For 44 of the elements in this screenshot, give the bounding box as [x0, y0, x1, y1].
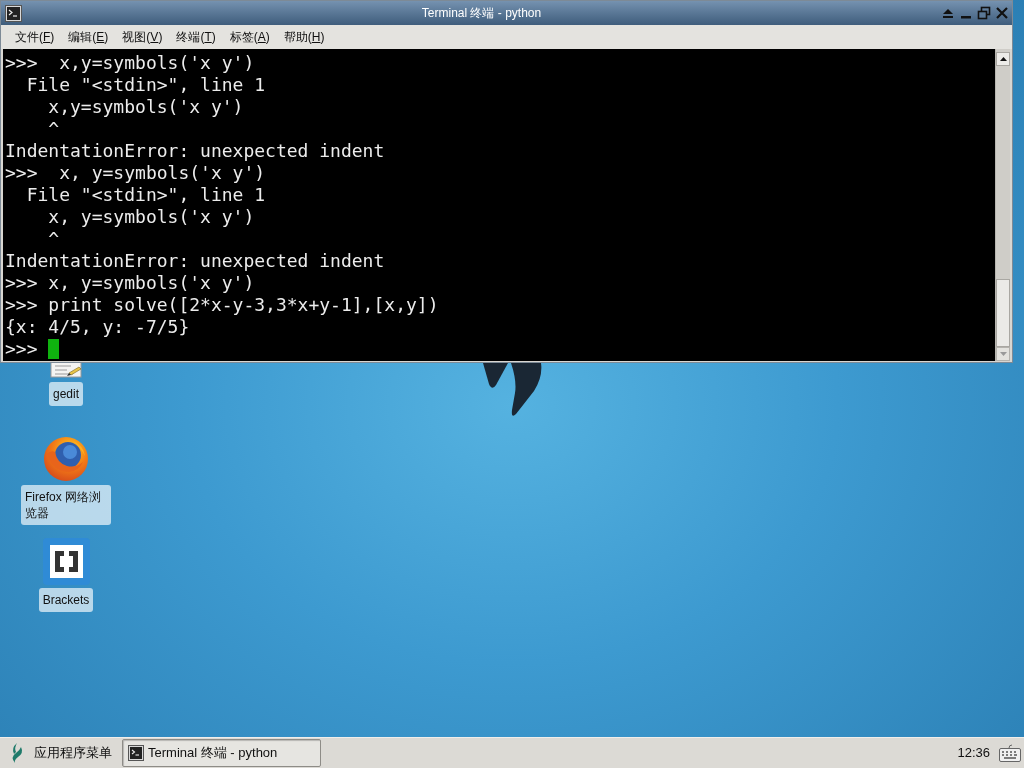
terminal-line: >>> print solve([2*x-y-3,3*x+y-1],[x,y])	[5, 294, 439, 315]
keyboard-icon[interactable]	[999, 744, 1021, 762]
terminal-line: File "<stdin>", line 1	[25, 184, 266, 205]
menu-item[interactable]: 标签(A)	[225, 29, 274, 45]
fox-globe-icon[interactable]	[43, 436, 89, 482]
terminal-line: {x: 4/5, y: -7/5}	[5, 316, 190, 337]
applications-menu-button[interactable]: 应用程序菜单	[0, 739, 120, 767]
up-arrow-icon	[999, 57, 1007, 61]
scroll-up-button[interactable]	[996, 52, 1010, 66]
wallpaper-logo	[482, 363, 542, 418]
terminal-prompt: >>>	[5, 338, 39, 360]
terminal-line: ^	[47, 228, 60, 249]
menu-item[interactable]: 文件(F)	[11, 29, 59, 45]
window-title: Terminal 终端 - python	[420, 5, 543, 21]
terminal-line: >>> x,y=symbols('x y')	[5, 52, 255, 73]
notepad-icon[interactable]	[49, 363, 83, 379]
desktop-icon-label[interactable]: Firefox 网络浏览器	[21, 485, 111, 525]
terminal-icon	[128, 745, 144, 761]
terminal-line: >>> x, y=symbols('x y')	[5, 162, 266, 183]
menu-item[interactable]: 帮助(H)	[279, 29, 329, 45]
close-icon[interactable]	[995, 6, 1009, 20]
terminal-line: IndentationError: unexpected indent	[5, 140, 385, 161]
terminal-line: IndentationError: unexpected indent	[5, 250, 385, 271]
menu-item[interactable]: 终端(T)	[172, 29, 220, 45]
brackets-icon[interactable]	[42, 538, 90, 585]
taskbar-button[interactable]: Terminal 终端 - python	[122, 739, 321, 767]
terminal-line: File "<stdin>", line 1	[25, 74, 266, 95]
leaf-icon	[10, 743, 25, 763]
clock[interactable]: 12:36	[957, 743, 990, 763]
maximize-icon[interactable]	[977, 6, 991, 20]
down-arrow-icon	[999, 352, 1007, 356]
terminal-line: x,y=symbols('x y')	[47, 96, 244, 117]
terminal-icon[interactable]	[5, 4, 22, 22]
scrollbar[interactable]	[995, 49, 1010, 361]
menu-item[interactable]: 视图(V)	[118, 29, 167, 45]
desktop-icon-label[interactable]: gedit	[49, 382, 83, 406]
menu-item[interactable]: 编辑(E)	[64, 29, 113, 45]
terminal-line: >>> x, y=symbols('x y')	[5, 272, 255, 293]
terminal-line: x, y=symbols('x y')	[47, 206, 255, 227]
terminal-screen[interactable]	[3, 49, 995, 361]
shade-icon[interactable]	[941, 6, 955, 20]
scrollbar-thumb[interactable]	[996, 279, 1010, 347]
terminal-line: ^	[47, 118, 60, 139]
desktop-icon-label[interactable]: Brackets	[38, 588, 94, 612]
